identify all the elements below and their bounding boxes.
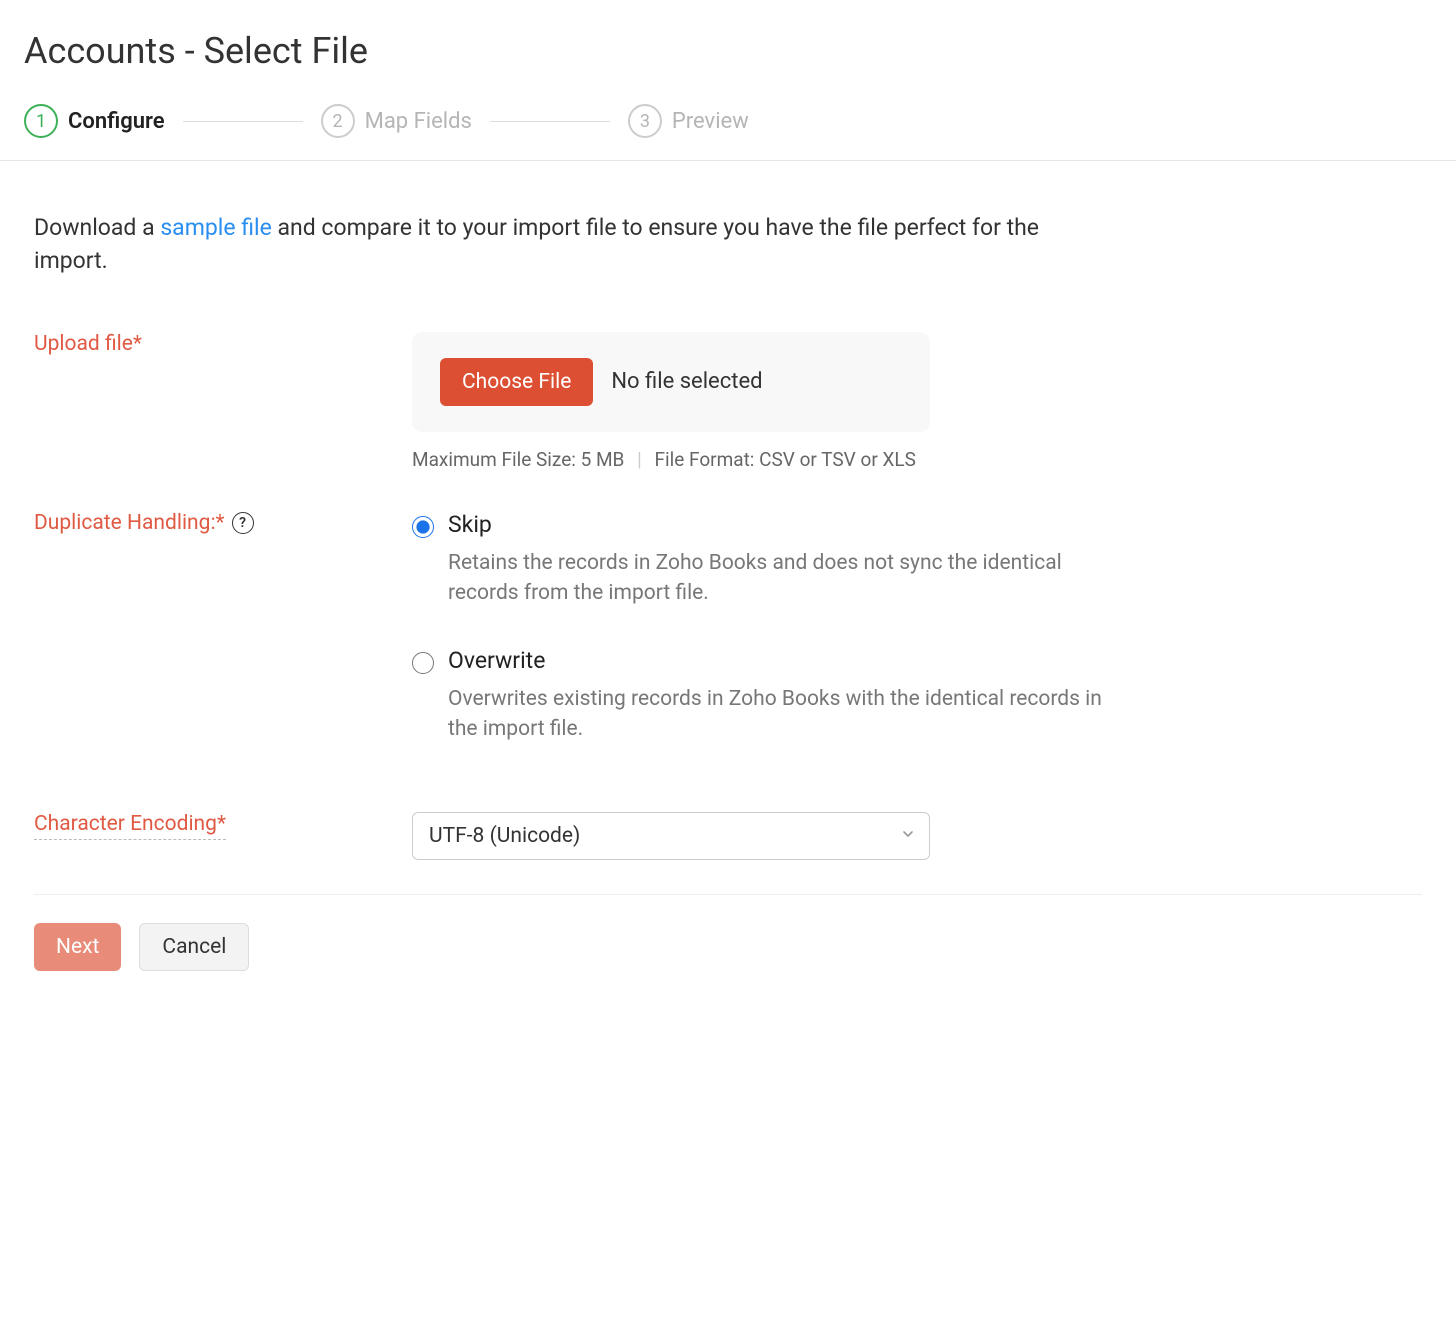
step-preview: 3 Preview	[628, 104, 749, 138]
radio-skip-title: Skip	[448, 511, 1142, 538]
intro-prefix: Download a	[34, 214, 160, 241]
intro-text: Download a sample file and compare it to…	[34, 211, 1094, 278]
character-encoding-select[interactable]: UTF-8 (Unicode)	[412, 812, 930, 860]
step-connector	[490, 121, 610, 122]
step-map-fields: 2 Map Fields	[321, 104, 472, 138]
cancel-button[interactable]: Cancel	[139, 923, 249, 971]
page-title: Accounts - Select File	[24, 30, 1432, 72]
sample-file-link[interactable]: sample file	[160, 214, 272, 241]
step-label: Map Fields	[365, 109, 472, 134]
next-button[interactable]: Next	[34, 923, 121, 971]
step-number: 1	[24, 104, 58, 138]
step-label: Preview	[672, 109, 749, 134]
radio-option-skip[interactable]: Skip Retains the records in Zoho Books a…	[412, 511, 1142, 609]
file-format: File Format: CSV or TSV or XLS	[654, 448, 915, 471]
step-number: 3	[628, 104, 662, 138]
duplicate-handling-label: Duplicate Handling:*	[34, 511, 225, 535]
choose-file-button[interactable]: Choose File	[440, 358, 593, 406]
radio-skip-desc: Retains the records in Zoho Books and do…	[448, 548, 1128, 609]
upload-hint: Maximum File Size: 5 MB | File Format: C…	[412, 448, 1142, 471]
divider	[34, 894, 1422, 895]
step-label: Configure	[68, 109, 165, 134]
step-configure: 1 Configure	[24, 104, 165, 138]
radio-option-overwrite[interactable]: Overwrite Overwrites existing records in…	[412, 647, 1142, 745]
upload-file-label: Upload file*	[34, 332, 142, 356]
upload-box: Choose File No file selected	[412, 332, 930, 432]
step-number: 2	[321, 104, 355, 138]
radio-skip[interactable]	[412, 516, 434, 538]
radio-overwrite-title: Overwrite	[448, 647, 1142, 674]
step-connector	[183, 121, 303, 122]
radio-overwrite-desc: Overwrites existing records in Zoho Book…	[448, 684, 1128, 745]
max-file-size: Maximum File Size: 5 MB	[412, 448, 624, 471]
radio-overwrite[interactable]	[412, 652, 434, 674]
footer-buttons: Next Cancel	[34, 923, 1422, 971]
hint-separator: |	[637, 448, 642, 471]
step-indicator: 1 Configure 2 Map Fields 3 Preview	[24, 104, 1432, 138]
file-selected-status: No file selected	[611, 369, 762, 394]
duplicate-handling-group: Skip Retains the records in Zoho Books a…	[412, 511, 1142, 745]
help-icon[interactable]: ?	[232, 512, 254, 534]
character-encoding-label: Character Encoding*	[34, 812, 226, 840]
